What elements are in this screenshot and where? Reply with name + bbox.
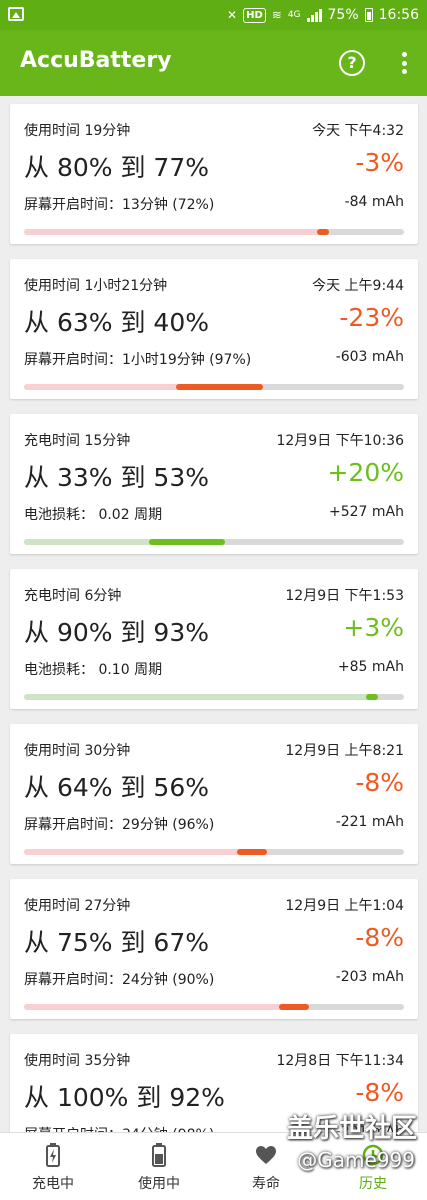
battery-icon xyxy=(152,1143,166,1167)
app-bar: AccuBattery ? xyxy=(0,30,427,96)
watermark-text: 盖乐世社区 xyxy=(286,1114,417,1144)
session-level-bar xyxy=(24,1004,404,1010)
status-bar: ✕ HD ≋ 4G 75% 16:56 xyxy=(0,0,427,30)
nav-label: 充电中 xyxy=(32,1176,74,1192)
session-delta: +20% xyxy=(327,458,404,487)
discharge-session-card[interactable]: 使用时间 27分钟 12月9日 上午1:04 从 75% 到 67% -8% 屏幕开启时… xyxy=(10,879,418,1019)
session-type: 使用时间 19分钟 xyxy=(24,123,131,139)
session-level-bar xyxy=(24,229,404,235)
gallery-notification-icon xyxy=(8,7,24,21)
session-type: 充电时间 15分钟 xyxy=(24,433,131,449)
level-change-segment xyxy=(366,694,378,700)
session-mah: -203 mAh xyxy=(335,969,404,985)
session-time: 12月9日 下午10:36 xyxy=(276,433,404,449)
nav-label: 寿命 xyxy=(252,1176,280,1192)
battery-percent: 75% xyxy=(327,7,359,23)
session-detail: 屏幕开启时间：13分钟 (72%) xyxy=(24,197,215,213)
battery-icon xyxy=(364,8,373,22)
level-change-segment xyxy=(176,384,264,390)
status-icons: ✕ HD ≋ 4G 75% 16:56 xyxy=(227,0,419,30)
nav-discharging[interactable]: 使用中 xyxy=(106,1133,212,1200)
session-range: 从 90% 到 93% xyxy=(24,618,209,647)
session-delta: +3% xyxy=(343,613,404,642)
session-range: 从 75% 到 67% xyxy=(24,928,209,957)
session-type: 使用时间 30分钟 xyxy=(24,743,131,759)
discharge-session-card[interactable]: 使用时间 1小时21分钟 今天 上午9:44 从 63% 到 40% -23% 屏幕开启… xyxy=(10,259,418,399)
session-delta: -23% xyxy=(339,303,404,332)
session-delta: -8% xyxy=(355,923,404,952)
level-track-fill xyxy=(24,1004,309,1010)
level-change-segment xyxy=(278,1004,309,1010)
session-type: 使用时间 35分钟 xyxy=(24,1053,131,1069)
clock: 16:56 xyxy=(378,7,419,23)
session-delta: -8% xyxy=(355,1078,404,1107)
discharge-session-card[interactable]: 使用时间 30分钟 12月9日 上午8:21 从 64% 到 56% -8% 屏幕开启时… xyxy=(10,724,418,864)
hd-badge: HD xyxy=(243,7,266,23)
session-range: 从 80% 到 77% xyxy=(24,153,209,182)
session-time: 今天 下午4:32 xyxy=(312,123,404,139)
wifi-icon: ≋ xyxy=(271,8,282,22)
watermark-handle: @Game999 xyxy=(297,1148,415,1172)
session-range: 从 33% 到 53% xyxy=(24,463,209,492)
app-title: AccuBattery xyxy=(20,48,172,73)
nav-label: 历史 xyxy=(359,1176,387,1192)
session-time: 12月9日 下午1:53 xyxy=(285,588,404,604)
nav-charging[interactable]: 充电中 xyxy=(0,1133,106,1200)
session-level-bar xyxy=(24,849,404,855)
session-time: 12月8日 下午11:34 xyxy=(276,1053,404,1069)
session-mah: +85 mAh xyxy=(337,659,404,675)
battery-charging-icon xyxy=(46,1143,60,1167)
session-detail: 电池损耗： 0.02 周期 xyxy=(24,507,163,523)
level-change-segment xyxy=(236,849,268,855)
session-detail: 电池损耗： 0.10 周期 xyxy=(24,662,163,678)
level-track-fill xyxy=(24,229,328,235)
session-mah: +527 mAh xyxy=(329,504,404,520)
charge-session-card[interactable]: 充电时间 15分钟 12月9日 下午10:36 从 33% 到 53% +20% 电池损… xyxy=(10,414,418,554)
session-detail: 屏幕开启时间：34分钟 (98%) xyxy=(24,1124,214,1132)
session-level-bar xyxy=(24,539,404,545)
session-time: 12月9日 上午1:04 xyxy=(285,898,404,914)
session-level-bar xyxy=(24,384,404,390)
network-type: 4G xyxy=(287,10,301,20)
session-detail: 屏幕开启时间：29分钟 (96%) xyxy=(24,817,215,833)
level-change-segment xyxy=(316,229,329,235)
level-change-segment xyxy=(149,539,226,545)
level-track-fill xyxy=(24,849,268,855)
mute-icon: ✕ xyxy=(227,8,238,22)
signal-icon xyxy=(306,8,322,22)
session-detail: 屏幕开启时间：24分钟 (90%) xyxy=(24,972,215,988)
session-range: 从 100% 到 92% xyxy=(24,1083,225,1112)
session-level-bar xyxy=(24,694,404,700)
session-range: 从 63% 到 40% xyxy=(24,308,209,337)
session-detail: 屏幕开启时间：1小时19分钟 (97%) xyxy=(24,352,252,368)
charge-session-card[interactable]: 充电时间 6分钟 12月9日 下午1:53 从 90% 到 93% +3% 电池损耗： … xyxy=(10,569,418,709)
session-delta: -8% xyxy=(355,768,404,797)
more-vertical-icon[interactable] xyxy=(401,52,407,74)
session-type: 使用时间 1小时21分钟 xyxy=(24,278,168,294)
heart-icon xyxy=(256,1146,276,1164)
level-track-fill xyxy=(24,694,378,700)
session-type: 使用时间 27分钟 xyxy=(24,898,131,914)
discharge-session-card[interactable]: 使用时间 19分钟 今天 下午4:32 从 80% 到 77% -3% 屏幕开启时间：1… xyxy=(10,104,418,244)
session-mah: -84 mAh xyxy=(344,194,404,210)
session-mah: -603 mAh xyxy=(335,349,404,365)
session-time: 12月9日 上午8:21 xyxy=(285,743,404,759)
session-type: 充电时间 6分钟 xyxy=(24,588,122,604)
help-circle-icon[interactable]: ? xyxy=(339,50,365,76)
session-list[interactable]: 使用时间 19分钟 今天 下午4:32 从 80% 到 77% -3% 屏幕开启时间：1… xyxy=(0,96,427,1132)
session-range: 从 64% 到 56% xyxy=(24,773,209,802)
session-time: 今天 上午9:44 xyxy=(312,278,404,294)
nav-label: 使用中 xyxy=(138,1176,180,1192)
session-mah: -221 mAh xyxy=(335,814,404,830)
session-delta: -3% xyxy=(355,148,404,177)
